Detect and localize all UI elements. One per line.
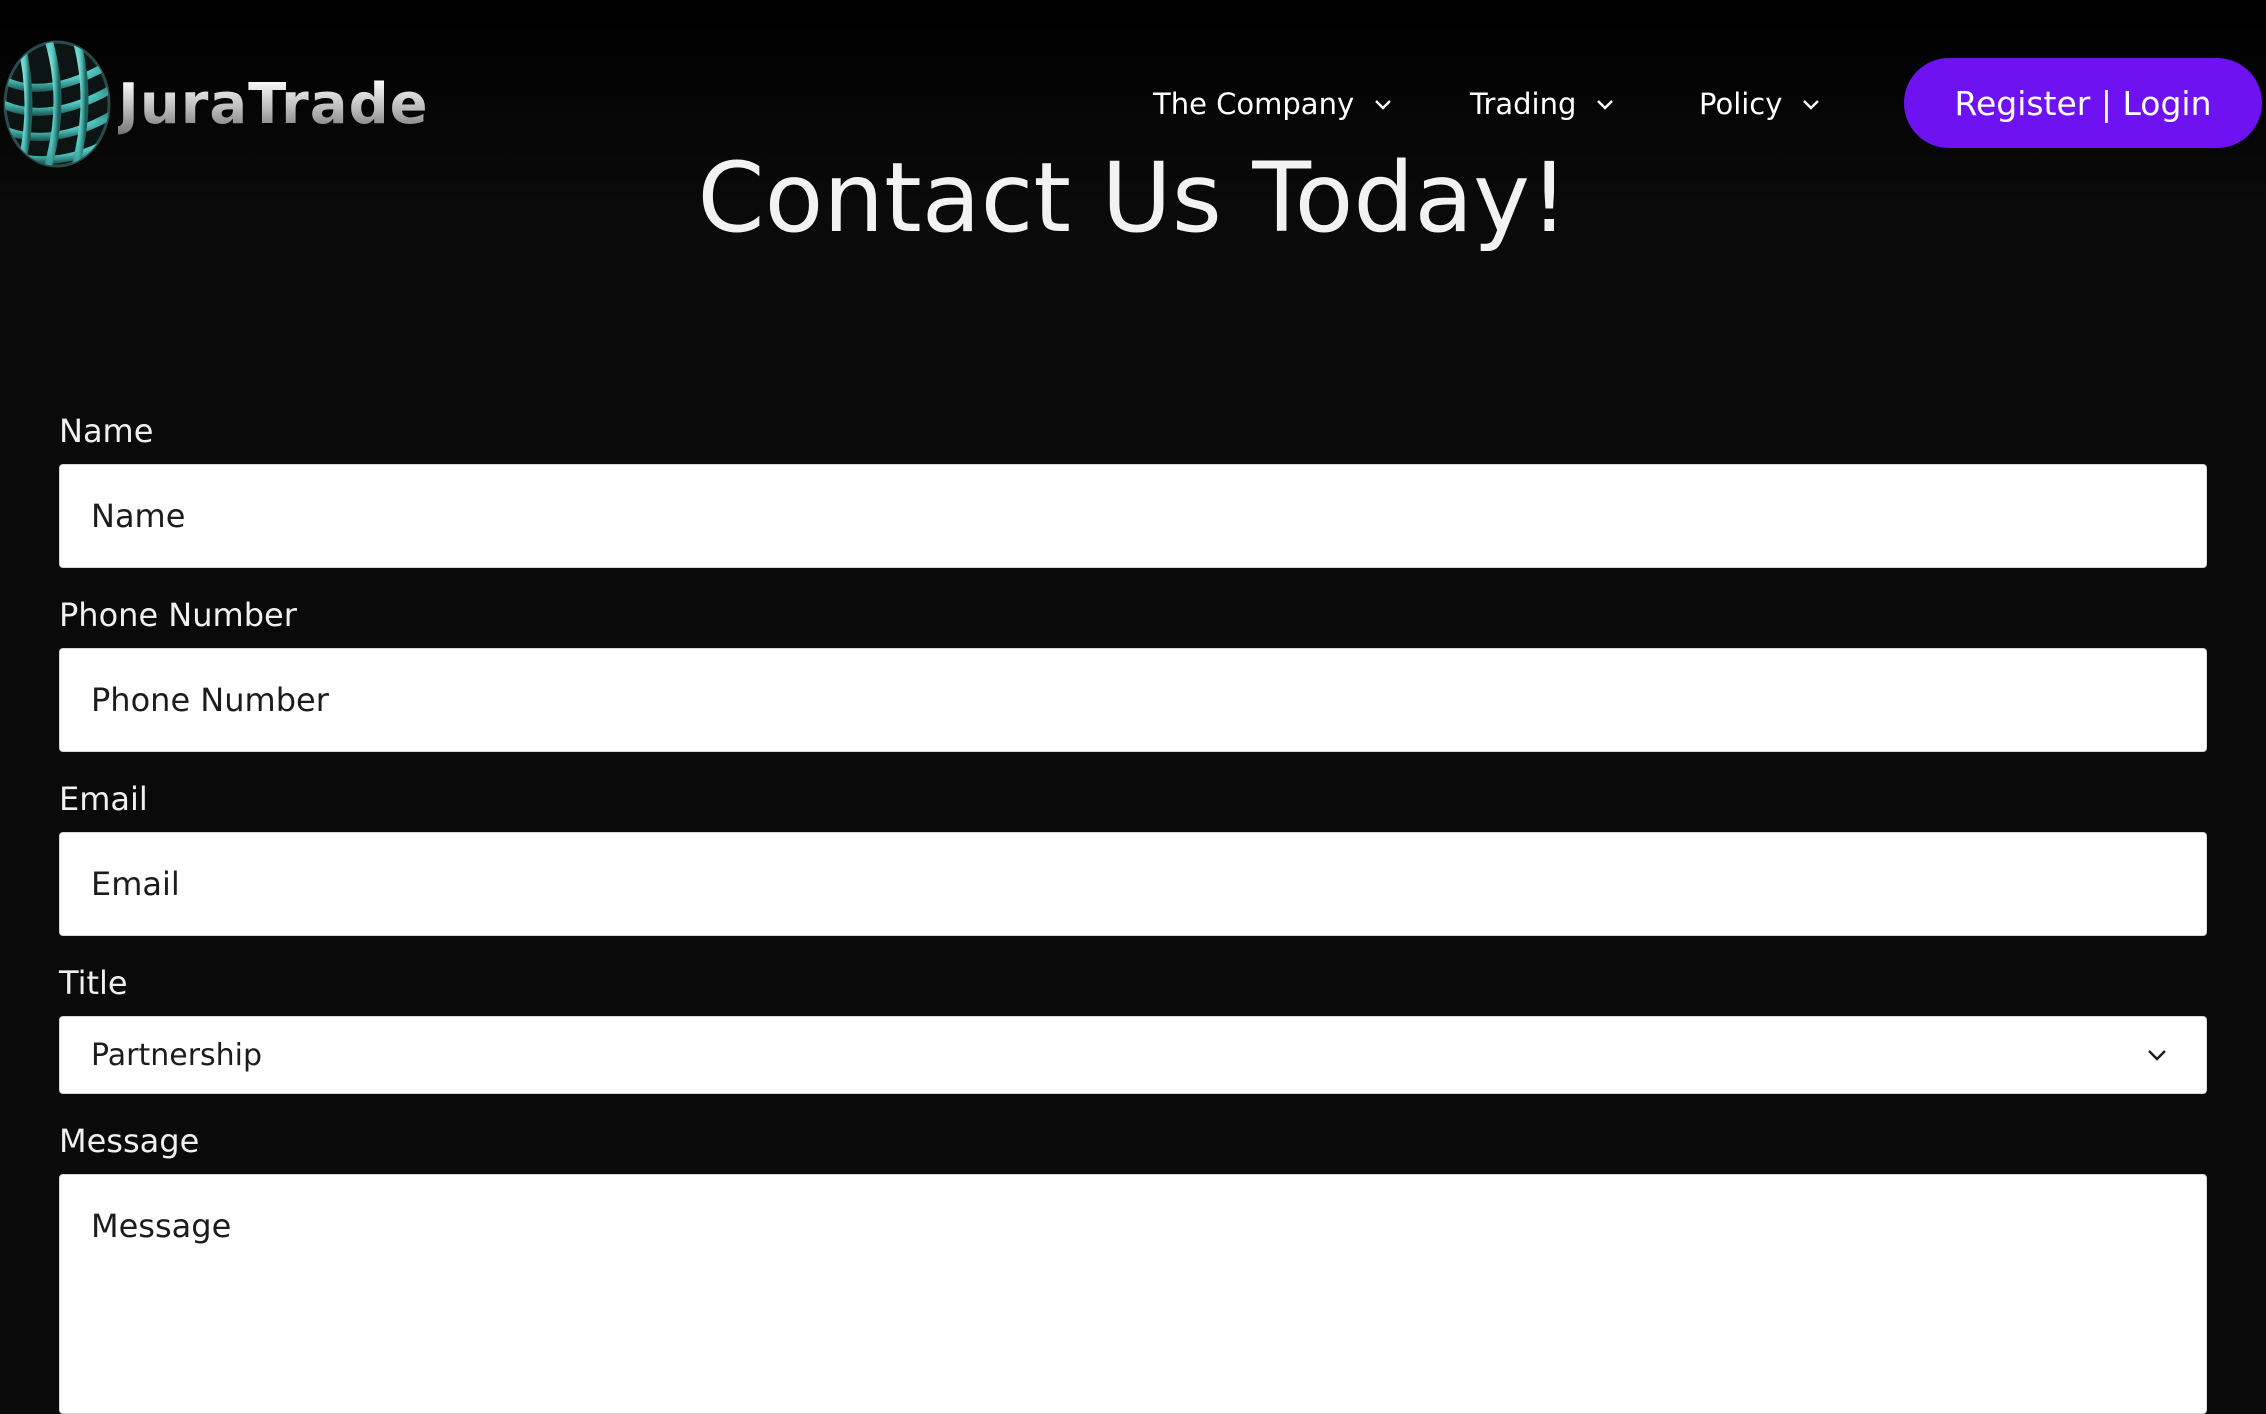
chevron-down-icon: [1375, 99, 1391, 110]
nav-item-policy[interactable]: Policy: [1699, 72, 1820, 136]
nav-item-the-company[interactable]: The Company: [1153, 72, 1392, 136]
nav-label: Trading: [1470, 87, 1577, 121]
chevron-down-icon: [2148, 1050, 2166, 1061]
page-title: Contact Us Today!: [697, 142, 1569, 254]
title-select-value: Partnership: [91, 1037, 263, 1073]
register-login-button[interactable]: Register | Login: [1904, 58, 2262, 148]
message-textarea[interactable]: [59, 1174, 2207, 1414]
phone-label: Phone Number: [59, 596, 297, 634]
message-label: Message: [59, 1122, 200, 1160]
name-label: Name: [59, 412, 154, 450]
nav-label: Policy: [1699, 87, 1783, 121]
email-label: Email: [59, 780, 148, 818]
nav-label: The Company: [1153, 87, 1355, 121]
email-input[interactable]: [59, 832, 2207, 936]
name-input[interactable]: [59, 464, 2207, 568]
title-label: Title: [59, 964, 128, 1002]
phone-input[interactable]: [59, 648, 2207, 752]
title-select[interactable]: Partnership: [59, 1016, 2207, 1094]
chevron-down-icon: [1803, 99, 1820, 110]
chevron-down-icon: [1597, 99, 1614, 110]
nav-item-trading[interactable]: Trading: [1470, 72, 1614, 136]
brand-name: JuraTrade: [118, 71, 429, 137]
